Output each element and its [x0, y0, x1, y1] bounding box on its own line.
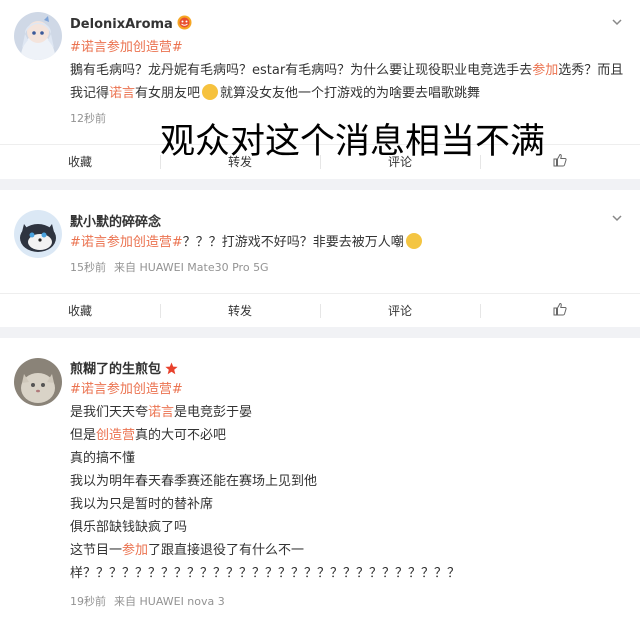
- text-line: #诺言参加创造营#？？？打游戏不好吗？非要去被万人嘲: [70, 231, 630, 254]
- text-segment: 但是: [70, 428, 97, 443]
- device-source: 来自 HUAWEI Mate30 Pro 5G: [114, 261, 269, 274]
- post-meta: 19秒前 来自 HUAWEI nova 3: [70, 593, 225, 609]
- text-line: 真的搞不懂: [70, 447, 630, 470]
- username-text[interactable]: DelonixAroma: [70, 17, 173, 32]
- keyword-highlight: 创造营: [96, 428, 136, 443]
- text-segment: 了跟直接退役了有什么不一: [148, 543, 305, 558]
- chevron-down-icon[interactable]: [610, 210, 624, 224]
- keyword-highlight: 参加: [122, 543, 149, 558]
- post-card: 煎糊了的生煎包 #诺言参加创造营# 是我们天天夸诺言是电竞彭于晏 但是创造营真的…: [0, 338, 640, 633]
- text-segment: 真的搞不懂: [70, 451, 136, 466]
- text-line: 是我们天天夸诺言是电竞彭于晏: [70, 401, 630, 424]
- username[interactable]: 默小默的碎碎念: [70, 211, 161, 230]
- post-body: #诺言参加创造营# 是我们天天夸诺言是电竞彭于晏 但是创造营真的大可不必吧 真的…: [70, 378, 630, 585]
- timestamp[interactable]: 15秒前: [70, 261, 106, 274]
- text-segment: 选秀？而且: [558, 63, 624, 78]
- like-button[interactable]: [480, 294, 640, 327]
- text-line: 但是创造营真的大可不必吧: [70, 424, 630, 447]
- text-line: 这节目一参加了跟直接退役了有什么不一: [70, 539, 630, 562]
- overlay-caption: 观众对这个消息相当不满: [160, 122, 546, 162]
- text-line: 我记得诺言有女朋友吧 就算没女友他一个打游戏的为啥要去唱歌跳舞: [70, 82, 630, 105]
- star-badge-icon: [165, 362, 178, 379]
- text-line: 我以为只是暂时的替补席: [70, 493, 630, 516]
- repost-button[interactable]: 转发: [160, 294, 320, 327]
- post-meta: 15秒前 来自 HUAWEI Mate30 Pro 5G: [70, 259, 269, 275]
- avatar[interactable]: [14, 210, 62, 258]
- text-segment: 我以为明年春天春季赛还能在赛场上见到他: [70, 474, 318, 489]
- avatar[interactable]: [14, 358, 62, 406]
- device-source: 来自 HUAWEI nova 3: [114, 595, 225, 608]
- post-body: #诺言参加创造营#？？？打游戏不好吗？非要去被万人嘲: [70, 231, 630, 254]
- username[interactable]: DelonixAroma: [70, 15, 192, 34]
- text-segment: 样？？？？？？？？？？？？？？？？？？？？？？？？？？？？？: [70, 566, 461, 581]
- chevron-down-icon[interactable]: [610, 14, 624, 28]
- favorite-label: 收藏: [67, 304, 92, 318]
- username[interactable]: 煎糊了的生煎包: [70, 358, 178, 379]
- action-bar: 收藏 转发 评论: [0, 293, 640, 327]
- comment-button[interactable]: 评论: [320, 294, 480, 327]
- thumbs-up-icon: [553, 302, 567, 319]
- text-segment: ？？？打游戏不好吗？非要去被万人嘲: [182, 235, 404, 250]
- text-segment: 就算没女友他一个打游戏的为啥要去唱歌跳舞: [220, 86, 481, 101]
- timestamp[interactable]: 19秒前: [70, 595, 106, 608]
- post-body: #诺言参加创造营# 鵝有毛病吗？龙丹妮有毛病吗？estar有毛病吗？为什么要让现…: [70, 36, 630, 105]
- text-line: 鵝有毛病吗？龙丹妮有毛病吗？estar有毛病吗？为什么要让现役职业电竞选手去参加…: [70, 59, 630, 82]
- repost-label: 转发: [227, 304, 252, 318]
- text-segment: 我记得: [70, 86, 110, 101]
- keyword-highlight: 诺言: [148, 405, 175, 420]
- text-segment: 是我们天天夸: [70, 405, 149, 420]
- text-segment: 有女朋友吧: [135, 86, 201, 101]
- favorite-label: 收藏: [67, 155, 92, 169]
- thinking-emoji-icon: [202, 84, 219, 100]
- timestamp[interactable]: 12秒前: [70, 112, 106, 125]
- text-line: 俱乐部缺钱缺疯了吗: [70, 516, 630, 539]
- favorite-button[interactable]: 收藏: [0, 294, 160, 327]
- text-segment: 我以为只是暂时的替补席: [70, 497, 214, 512]
- text-segment: 这节目一: [70, 543, 123, 558]
- text-segment: 鵝有毛病吗？龙丹妮有毛病吗？estar有毛病吗？为什么要让现役职业电竞选手去: [70, 63, 533, 78]
- avatar[interactable]: [14, 12, 62, 60]
- favorite-button[interactable]: 收藏: [0, 145, 160, 178]
- post-meta: 12秒前: [70, 110, 106, 126]
- comment-label: 评论: [387, 304, 412, 318]
- verified-badge-icon: [177, 15, 192, 34]
- topic-link[interactable]: #诺言参加创造营#: [70, 235, 183, 250]
- username-text[interactable]: 煎糊了的生煎包: [70, 362, 161, 377]
- topic-link[interactable]: #诺言参加创造营#: [70, 40, 183, 55]
- text-line: 样？？？？？？？？？？？？？？？？？？？？？？？？？？？？？: [70, 562, 630, 585]
- text-segment: 俱乐部缺钱缺疯了吗: [70, 520, 188, 535]
- topic-link[interactable]: #诺言参加创造营#: [70, 382, 183, 397]
- text-line: 我以为明年春天春季赛还能在赛场上见到他: [70, 470, 630, 493]
- text-segment: 是电竞彭于晏: [174, 405, 253, 420]
- keyword-highlight: 参加: [532, 63, 559, 78]
- thumbs-up-icon: [553, 153, 567, 170]
- username-text[interactable]: 默小默的碎碎念: [70, 215, 161, 230]
- text-segment: 真的大可不必吧: [135, 428, 227, 443]
- laughing-emoji-icon: [405, 233, 422, 249]
- post-card: 默小默的碎碎念 #诺言参加创造营#？？？打游戏不好吗？非要去被万人嘲 15秒前来…: [0, 190, 640, 327]
- keyword-highlight: 诺言: [109, 86, 136, 101]
